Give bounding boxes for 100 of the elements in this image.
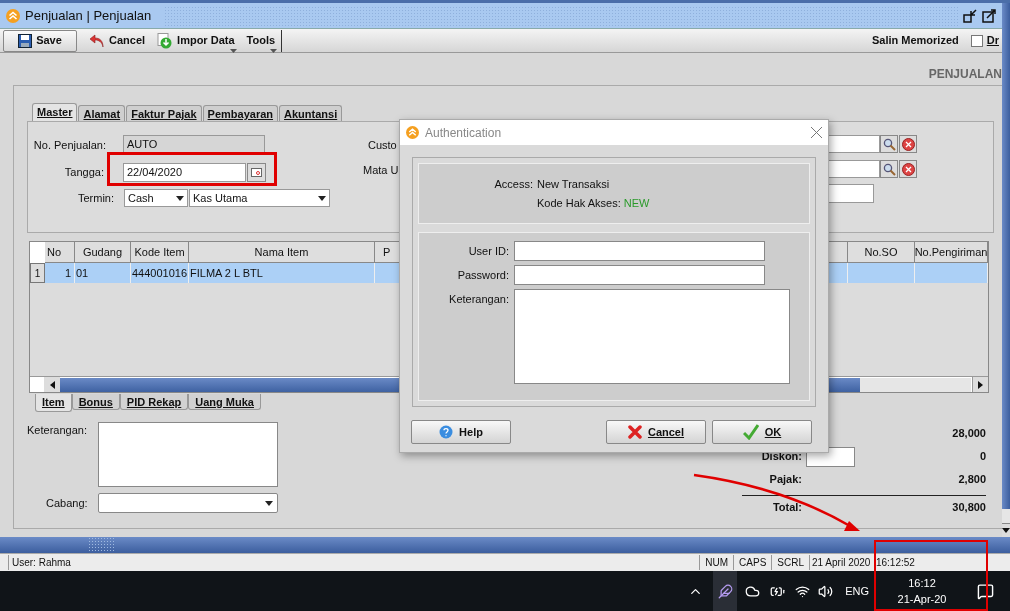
dialog-button[interactable]: Help <box>411 420 511 444</box>
cloud-icon[interactable] <box>745 583 761 599</box>
tab[interactable]: Bonus <box>71 394 120 410</box>
field-label: No. Penjualan: <box>32 138 106 153</box>
field-label: User ID: <box>467 244 510 259</box>
left-arrow-icon <box>49 380 55 389</box>
status-user: User: Rahma <box>8 555 701 570</box>
table-cell: 444001016 <box>131 263 189 283</box>
app-logo-icon <box>406 126 419 139</box>
column-header[interactable]: Kode Item <box>131 242 189 263</box>
app-logo-icon <box>6 8 20 23</box>
field-label: Custo <box>368 138 397 153</box>
maximize-window-icon[interactable] <box>982 8 996 23</box>
memorized-label: Salin Memorized <box>871 33 959 49</box>
total-value: 28,000 <box>952 426 986 442</box>
toolbar-button[interactable]: Save <box>3 29 77 52</box>
info-value: NEW <box>623 195 650 211</box>
tab[interactable]: Akuntansi <box>279 105 343 121</box>
feather-icon <box>717 583 733 599</box>
user-id-field[interactable] <box>514 241 765 261</box>
header-corner-cell <box>30 242 45 263</box>
tab[interactable]: Alamat <box>78 105 126 121</box>
taskbar-clock[interactable]: 16:12 21-Apr-20 <box>887 575 957 607</box>
clear-button[interactable] <box>899 160 917 178</box>
password-field[interactable] <box>514 265 765 285</box>
toolbar-button[interactable]: Impor Data <box>151 29 241 52</box>
restore-window-icon[interactable] <box>963 8 977 23</box>
search-icon <box>882 162 896 176</box>
tab[interactable]: Item <box>35 394 72 412</box>
status-datetime: 21 April 2020 16:12:52 <box>811 556 916 570</box>
scroll-right-button[interactable] <box>972 377 988 392</box>
tab[interactable]: PID Rekap <box>119 394 189 410</box>
column-header[interactable]: No <box>45 242 75 263</box>
dialog-title: Authentication <box>425 124 503 142</box>
dialog-button[interactable]: Cancel <box>606 420 706 444</box>
notes-field[interactable] <box>98 422 278 487</box>
scroll-down-button[interactable] <box>1002 523 1010 537</box>
field-label: Mata U <box>363 163 399 178</box>
tab[interactable]: Faktur Pajak <box>126 105 202 121</box>
notes-field[interactable] <box>514 289 790 384</box>
status-indicator: SCRL <box>772 555 810 570</box>
toolbar-button[interactable]: Tools <box>240 29 283 52</box>
tray-app-button[interactable] <box>713 571 738 611</box>
row-header: 1 <box>30 263 45 283</box>
field-label: Cabang: <box>45 495 89 511</box>
total-value: 2,800 <box>958 472 986 488</box>
language-indicator[interactable]: ENG <box>845 582 869 600</box>
toolbar-button[interactable]: Cancel <box>83 29 152 52</box>
close-icon <box>901 162 915 176</box>
clear-button[interactable] <box>899 135 917 153</box>
wifi-icon[interactable] <box>795 583 811 599</box>
help-icon <box>439 425 454 439</box>
table-cell: FILMA 2 L BTL <box>189 263 375 283</box>
tab[interactable]: Pembayaran <box>202 105 278 121</box>
search-button[interactable] <box>880 135 898 153</box>
close-icon[interactable] <box>811 127 822 138</box>
calendar-button[interactable] <box>247 163 266 182</box>
notification-icon[interactable] <box>977 582 994 600</box>
account-dropdown[interactable]: Kas Utama <box>189 189 330 207</box>
column-header[interactable]: No.Pengiriman <box>915 242 988 263</box>
close-icon <box>901 137 915 151</box>
checkmark-icon <box>742 424 759 440</box>
total-value: 0 <box>979 449 986 465</box>
form-title: PENJUALAN <box>928 66 1002 83</box>
search-button[interactable] <box>880 160 898 178</box>
down-arrow-icon <box>1002 528 1010 533</box>
right-arrow-icon <box>978 380 983 389</box>
dropdown-icon <box>229 48 237 53</box>
caret-icon <box>318 195 326 201</box>
tab[interactable]: Uang Muka <box>188 394 261 410</box>
total-value: 30,800 <box>952 499 986 515</box>
scroll-left-button[interactable] <box>44 377 60 392</box>
field-label: Keterangan: <box>448 292 510 307</box>
field-label: Password: <box>456 268 510 283</box>
date-field[interactable]: 22/04/2020 <box>123 163 246 182</box>
number-field: AUTO <box>123 135 265 153</box>
x-icon <box>627 425 642 439</box>
column-header[interactable]: Nama Item <box>189 242 375 263</box>
info-label: Access: <box>493 177 534 192</box>
status-indicator: NUM <box>700 555 735 570</box>
speaker-icon[interactable] <box>818 583 834 599</box>
info-value: New Transaksi <box>537 177 610 192</box>
total-label: Total: <box>771 499 802 515</box>
dialog-button[interactable]: OK <box>712 420 812 444</box>
total-label: Pajak: <box>768 472 802 488</box>
terms-dropdown[interactable]: Cash <box>124 189 188 207</box>
table-cell: 01 <box>75 263 131 283</box>
table-cell: 1 <box>45 263 75 283</box>
column-header[interactable]: Gudang <box>75 242 131 263</box>
info-label: Kode Hak Akses: <box>537 195 622 211</box>
tab[interactable]: Master <box>32 103 78 121</box>
branch-dropdown[interactable] <box>98 493 278 513</box>
download-circle-icon <box>157 32 174 49</box>
undo-arrow-icon <box>89 33 105 48</box>
checkbox-label: Dr <box>986 33 999 49</box>
caret-icon <box>176 195 184 201</box>
calendar-icon <box>251 168 262 177</box>
caret-icon <box>265 500 273 506</box>
column-header[interactable]: No.SO <box>848 242 915 263</box>
draft-checkbox[interactable] <box>970 34 983 47</box>
